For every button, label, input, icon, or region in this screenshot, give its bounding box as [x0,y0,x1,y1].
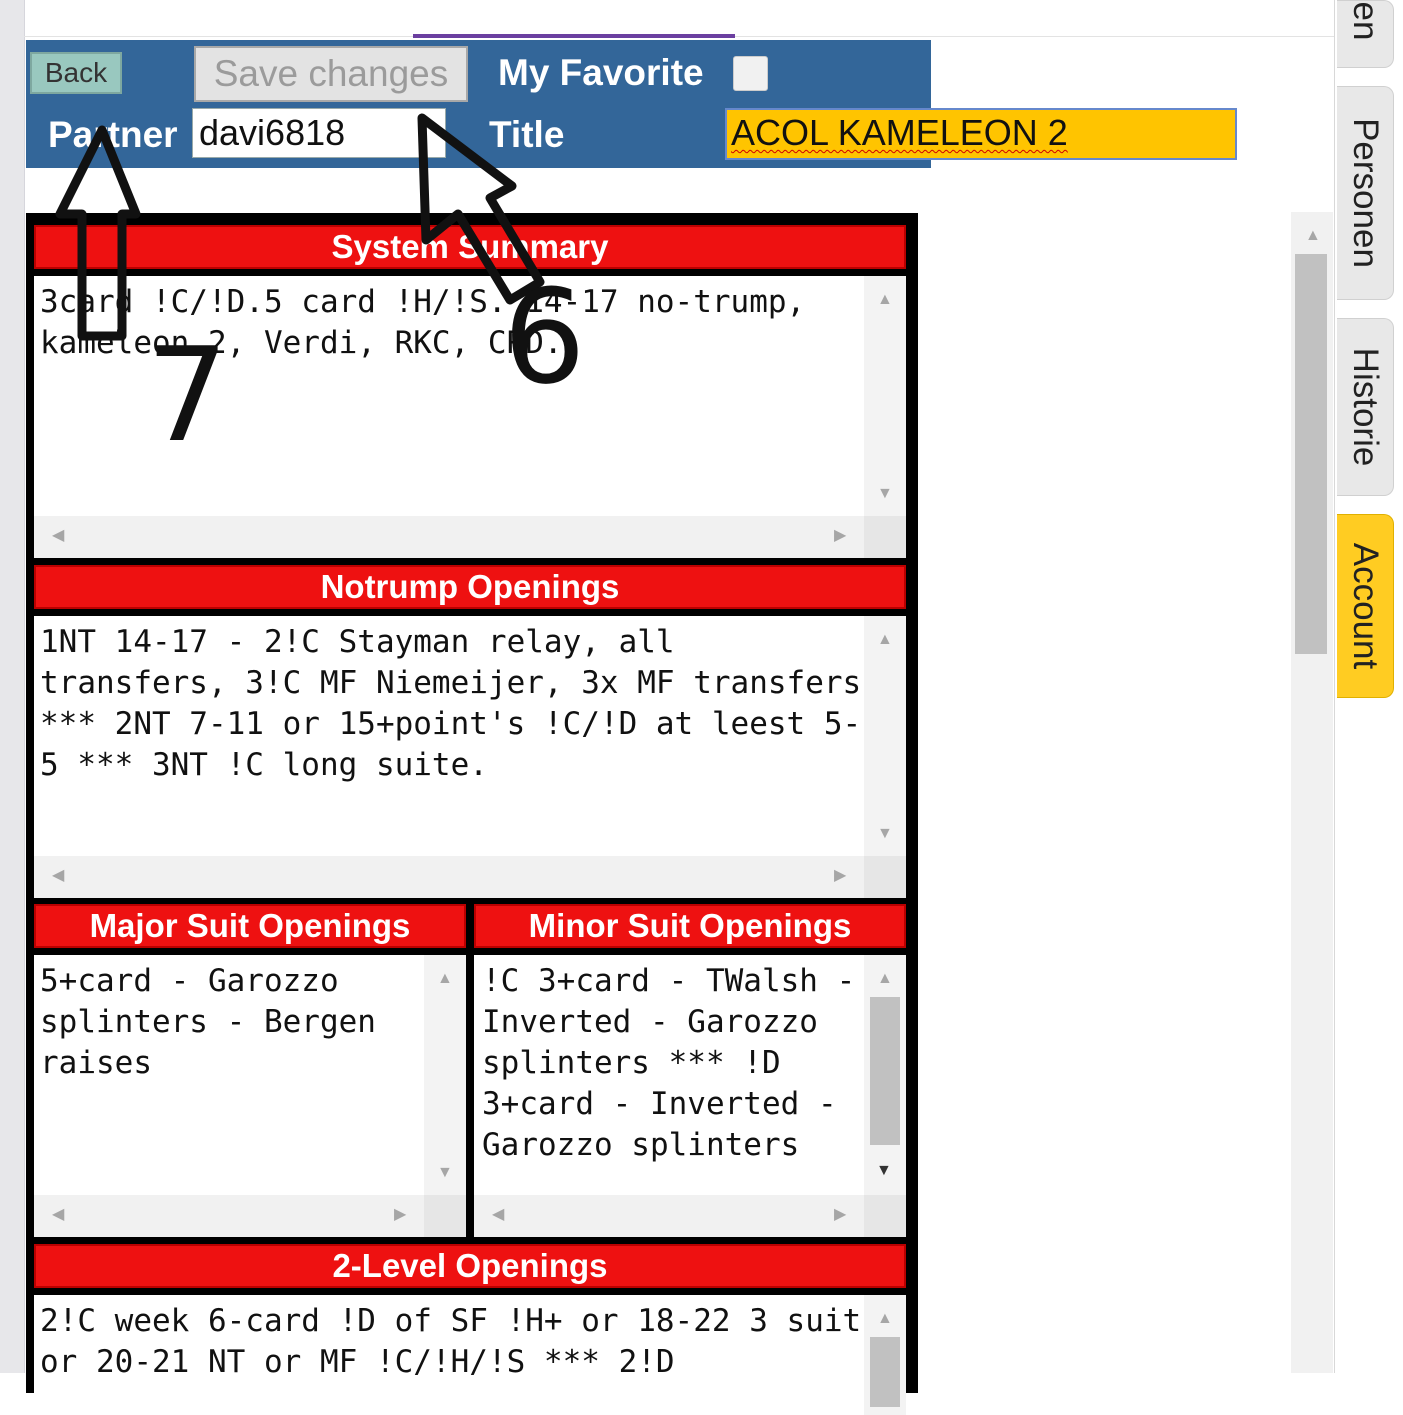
tab-historie[interactable]: Historie [1337,318,1394,496]
scroll-right-icon[interactable]: ▶ [834,1207,846,1223]
vertical-scrollbar[interactable]: ▲ ▼ [424,955,466,1195]
scroll-down-icon[interactable]: ▼ [877,826,893,842]
tab-label: Account [1346,542,1385,670]
vertical-scrollbar[interactable]: ▲ ▼ [864,616,906,856]
scroll-up-icon[interactable]: ▲ [437,971,453,987]
scroll-right-icon[interactable]: ▶ [834,868,846,884]
tab-account[interactable]: Account [1337,514,1394,698]
scroll-left-icon[interactable]: ◀ [52,528,64,544]
scroll-corner [424,1195,466,1237]
scroll-left-icon[interactable]: ◀ [52,1207,64,1223]
favorite-checkbox[interactable] [733,56,768,91]
page-scroll-thumb[interactable] [1295,254,1327,654]
title-label: Title [489,114,565,155]
scroll-up-icon[interactable]: ▲ [877,632,893,648]
tab-label: Historie [1346,347,1385,467]
page-scrollbar[interactable]: ▲ [1291,212,1333,1373]
title-input[interactable]: ACOL KAMELEON 2 [725,108,1237,160]
scroll-up-icon[interactable]: ▲ [877,1311,893,1327]
tab-personen[interactable]: Personen [1337,86,1394,300]
system-summary-textarea[interactable]: 3card !C/!D.5 card !H/!S. 14-17 no-trump… [34,276,906,558]
scroll-corner [864,516,906,558]
partner-label: Partner [48,114,178,155]
system-summary-heading: System Summary [34,225,906,269]
scroll-left-icon[interactable]: ◀ [492,1207,504,1223]
title-value: ACOL KAMELEON 2 [731,112,1068,153]
two-level-textarea[interactable]: 2!C week 6-card !D of SF !H+ or 18-22 3 … [34,1295,906,1415]
tab-partial[interactable]: en [1337,0,1394,68]
major-suit-text: 5+card - Garozzo splinters - Bergen rais… [40,963,395,1081]
major-suit-heading: Major Suit Openings [34,904,466,948]
system-summary-text: 3card !C/!D.5 card !H/!S. 14-17 no-trump… [40,284,824,361]
back-button[interactable]: Back [30,52,122,94]
scroll-up-icon[interactable]: ▲ [877,971,893,987]
major-suit-textarea[interactable]: 5+card - Garozzo splinters - Bergen rais… [34,955,466,1237]
horizontal-scrollbar[interactable]: ◀ ▶ [34,516,864,558]
save-changes-button[interactable]: Save changes [194,46,468,102]
scroll-thumb[interactable] [870,1337,900,1407]
vertical-scrollbar[interactable]: ▲ ▼ [864,276,906,516]
scroll-down-icon[interactable]: ▼ [877,486,893,502]
tab-rail-divider [1334,0,1335,1373]
scroll-corner [864,856,906,898]
notrump-text: 1NT 14-17 - 2!C Stayman relay, all trans… [40,624,862,783]
partner-input[interactable] [192,108,446,158]
scroll-thumb[interactable] [870,997,900,1145]
scroll-right-icon[interactable]: ▶ [394,1207,406,1223]
two-level-text: 2!C week 6-card !D of SF !H+ or 18-22 3 … [40,1303,862,1380]
scroll-corner [864,1195,906,1237]
scroll-left-icon[interactable]: ◀ [52,868,64,884]
minor-suit-textarea[interactable]: !C 3+card - TWalsh - Inverted - Garozzo … [474,955,906,1237]
notrump-textarea[interactable]: 1NT 14-17 - 2!C Stayman relay, all trans… [34,616,906,898]
vertical-scrollbar[interactable]: ▲ ▼ [864,955,906,1195]
scroll-down-icon[interactable]: ▼ [876,1163,892,1179]
favorite-label: My Favorite [498,52,704,93]
scroll-right-icon[interactable]: ▶ [834,528,846,544]
horizontal-scrollbar[interactable]: ◀ ▶ [34,1195,424,1237]
vertical-scrollbar[interactable]: ▲ [864,1295,906,1415]
active-nav-indicator [413,34,735,38]
minor-suit-heading: Minor Suit Openings [474,904,906,948]
scroll-up-icon[interactable]: ▲ [1305,228,1321,244]
horizontal-scrollbar[interactable]: ◀ ▶ [34,856,864,898]
two-level-heading: 2-Level Openings [34,1244,906,1288]
scroll-up-icon[interactable]: ▲ [877,292,893,308]
tab-label: en [1346,1,1385,41]
minor-suit-text: !C 3+card - TWalsh - Inverted - Garozzo … [482,963,856,1163]
scroll-down-icon[interactable]: ▼ [437,1165,453,1181]
tab-label: Personen [1346,118,1385,268]
notrump-heading: Notrump Openings [34,565,906,609]
horizontal-scrollbar[interactable]: ◀ ▶ [474,1195,864,1237]
window-left-edge [0,0,25,1373]
